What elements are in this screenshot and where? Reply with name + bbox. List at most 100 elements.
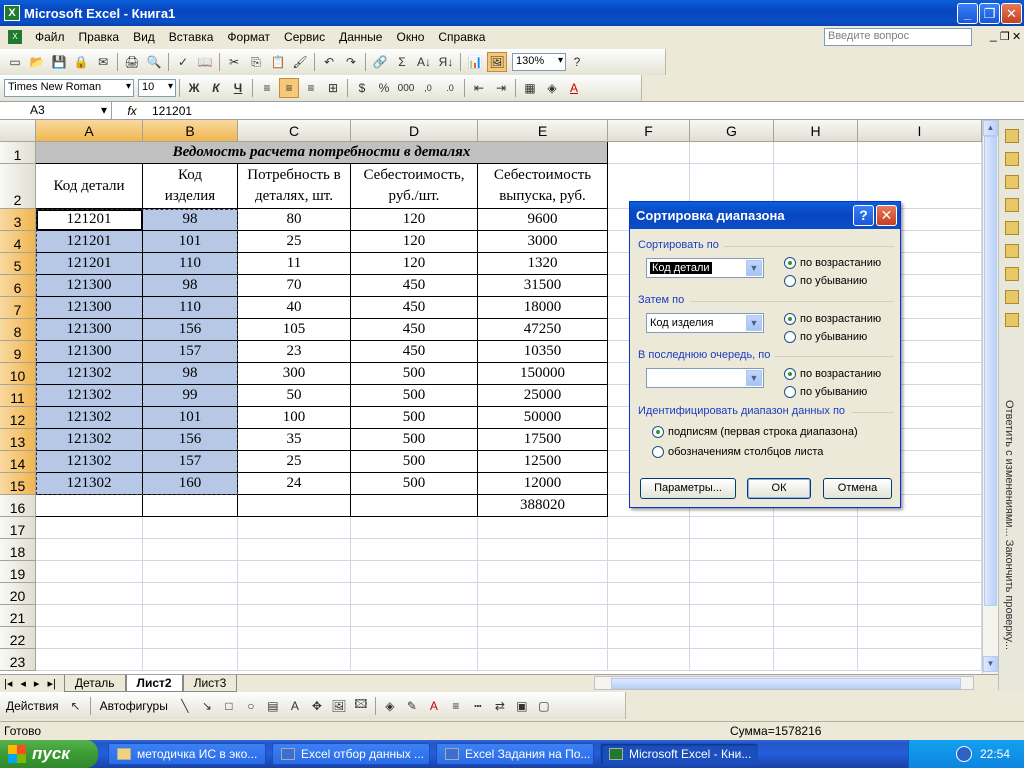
table-cell[interactable]: 500 bbox=[351, 385, 478, 407]
increase-indent-icon[interactable]: ⇥ bbox=[491, 78, 511, 98]
3d-icon[interactable]: ▢ bbox=[534, 696, 554, 716]
row-header-16[interactable]: 16 bbox=[0, 495, 36, 517]
grid-cell[interactable] bbox=[608, 561, 690, 583]
grid-cell[interactable] bbox=[238, 627, 351, 649]
grid-cell[interactable] bbox=[858, 649, 982, 671]
prev-sheet-icon[interactable]: ◂ bbox=[16, 677, 30, 690]
row-header-13[interactable]: 13 bbox=[0, 429, 36, 451]
table-cell[interactable]: 10350 bbox=[478, 341, 608, 363]
grid-cell[interactable] bbox=[143, 649, 238, 671]
row-header-6[interactable]: 6 bbox=[0, 275, 36, 297]
task-pane-vertical-text[interactable]: Ответить с изменениями... Закончить пров… bbox=[1003, 400, 1015, 650]
scroll-thumb[interactable] bbox=[984, 136, 997, 606]
table-cell[interactable]: 12500 bbox=[478, 451, 608, 473]
table-cell[interactable]: 9600 bbox=[478, 209, 608, 231]
table-cell[interactable]: 300 bbox=[238, 363, 351, 385]
scroll-down-button[interactable]: ▼ bbox=[983, 656, 998, 672]
delete-comment-icon[interactable] bbox=[1004, 244, 1019, 258]
grid-cell[interactable] bbox=[36, 605, 143, 627]
last-by-descending-radio[interactable]: по убыванию bbox=[784, 386, 867, 398]
grid-cell[interactable] bbox=[351, 561, 478, 583]
last-by-select[interactable]: ▼ bbox=[646, 368, 764, 388]
zoom-select[interactable]: 130% bbox=[512, 53, 566, 71]
grid-cell[interactable] bbox=[690, 517, 774, 539]
table-cell[interactable]: 17500 bbox=[478, 429, 608, 451]
table-cell[interactable]: 31500 bbox=[478, 275, 608, 297]
row-header-8[interactable]: 8 bbox=[0, 319, 36, 341]
formula-input[interactable]: 121201 bbox=[152, 104, 192, 118]
format-painter-icon[interactable]: 🖌 bbox=[290, 52, 310, 72]
table-cell[interactable]: 120 bbox=[351, 253, 478, 275]
grid-cell[interactable] bbox=[143, 561, 238, 583]
grid-cell[interactable] bbox=[858, 583, 982, 605]
table-cell[interactable]: 450 bbox=[351, 319, 478, 341]
table-cell[interactable]: 157 bbox=[143, 451, 238, 473]
table-cell[interactable]: 121302 bbox=[36, 473, 143, 495]
grid-cell[interactable] bbox=[36, 649, 143, 671]
sort-by-ascending-radio[interactable]: по возрастанию bbox=[784, 257, 881, 269]
table-cell[interactable] bbox=[238, 495, 351, 517]
table-cell[interactable]: 156 bbox=[143, 429, 238, 451]
autosum-icon[interactable]: Σ bbox=[392, 52, 412, 72]
hscroll-thumb[interactable] bbox=[611, 678, 961, 689]
grid-cell[interactable] bbox=[351, 517, 478, 539]
grid-cell[interactable] bbox=[858, 539, 982, 561]
column-header-e[interactable]: E bbox=[478, 120, 608, 142]
table-cell[interactable]: 98 bbox=[143, 275, 238, 297]
grid-cell[interactable] bbox=[690, 605, 774, 627]
then-by-descending-radio[interactable]: по убыванию bbox=[784, 331, 867, 343]
column-header-h[interactable]: H bbox=[774, 120, 858, 142]
table-cell[interactable]: 50 bbox=[238, 385, 351, 407]
table-cell[interactable] bbox=[36, 495, 143, 517]
cancel-button[interactable]: Отмена bbox=[823, 478, 892, 499]
table-cell[interactable]: 500 bbox=[351, 363, 478, 385]
row-header-14[interactable]: 14 bbox=[0, 451, 36, 473]
table-cell[interactable]: 70 bbox=[238, 275, 351, 297]
table-cell[interactable]: 98 bbox=[143, 363, 238, 385]
oval-icon[interactable]: ○ bbox=[241, 696, 261, 716]
grid-cell[interactable] bbox=[608, 539, 690, 561]
chevron-down-icon[interactable]: ▼ bbox=[746, 370, 762, 386]
grid-cell[interactable] bbox=[351, 605, 478, 627]
horizontal-scrollbar[interactable] bbox=[594, 676, 974, 690]
table-cell[interactable]: 47250 bbox=[478, 319, 608, 341]
row-header-21[interactable]: 21 bbox=[0, 605, 36, 627]
grid-cell[interactable] bbox=[238, 605, 351, 627]
spelling-icon[interactable]: ✓ bbox=[173, 52, 193, 72]
vertical-scrollbar[interactable]: ▲ ▼ bbox=[982, 120, 998, 674]
column-header-g[interactable]: G bbox=[690, 120, 774, 142]
grid-cell[interactable] bbox=[478, 517, 608, 539]
table-cell[interactable]: 110 bbox=[143, 297, 238, 319]
bold-button[interactable]: Ж bbox=[184, 78, 204, 98]
research-icon[interactable]: 📖 bbox=[195, 52, 215, 72]
row-header-20[interactable]: 20 bbox=[0, 583, 36, 605]
row-header-17[interactable]: 17 bbox=[0, 517, 36, 539]
table-cell[interactable]: 105 bbox=[238, 319, 351, 341]
row-header-9[interactable]: 9 bbox=[0, 341, 36, 363]
grid-cell[interactable] bbox=[478, 561, 608, 583]
grid-cell[interactable] bbox=[774, 649, 858, 671]
grid-cell[interactable] bbox=[478, 605, 608, 627]
grid-cell[interactable] bbox=[478, 627, 608, 649]
track-changes-icon[interactable] bbox=[1004, 267, 1019, 281]
grid-cell[interactable] bbox=[858, 605, 982, 627]
row-header-3[interactable]: 3 bbox=[0, 209, 36, 231]
table-cell[interactable]: 35 bbox=[238, 429, 351, 451]
autoshapes-menu[interactable]: Автофигуры bbox=[94, 699, 174, 713]
menu-format[interactable]: Формат bbox=[220, 30, 277, 44]
tab-detal[interactable]: Деталь bbox=[63, 675, 126, 692]
sort-ascending-icon[interactable]: A↓ bbox=[414, 52, 434, 72]
taskbar-item-word-1[interactable]: Excel отбор данных ... bbox=[272, 743, 430, 765]
font-size-select[interactable]: 10 bbox=[138, 79, 176, 97]
grid-cell[interactable] bbox=[143, 627, 238, 649]
table-cell[interactable]: 500 bbox=[351, 451, 478, 473]
table-cell[interactable] bbox=[143, 495, 238, 517]
menu-view[interactable]: Вид bbox=[126, 30, 162, 44]
tab-list3[interactable]: Лист3 bbox=[182, 675, 238, 692]
save-icon[interactable]: 💾 bbox=[49, 52, 69, 72]
header-row-radio[interactable]: подписям (первая строка диапазона) bbox=[652, 426, 858, 438]
row-header-7[interactable]: 7 bbox=[0, 297, 36, 319]
table-cell[interactable]: 500 bbox=[351, 429, 478, 451]
grid-cell[interactable] bbox=[351, 583, 478, 605]
table-cell[interactable]: 121302 bbox=[36, 407, 143, 429]
